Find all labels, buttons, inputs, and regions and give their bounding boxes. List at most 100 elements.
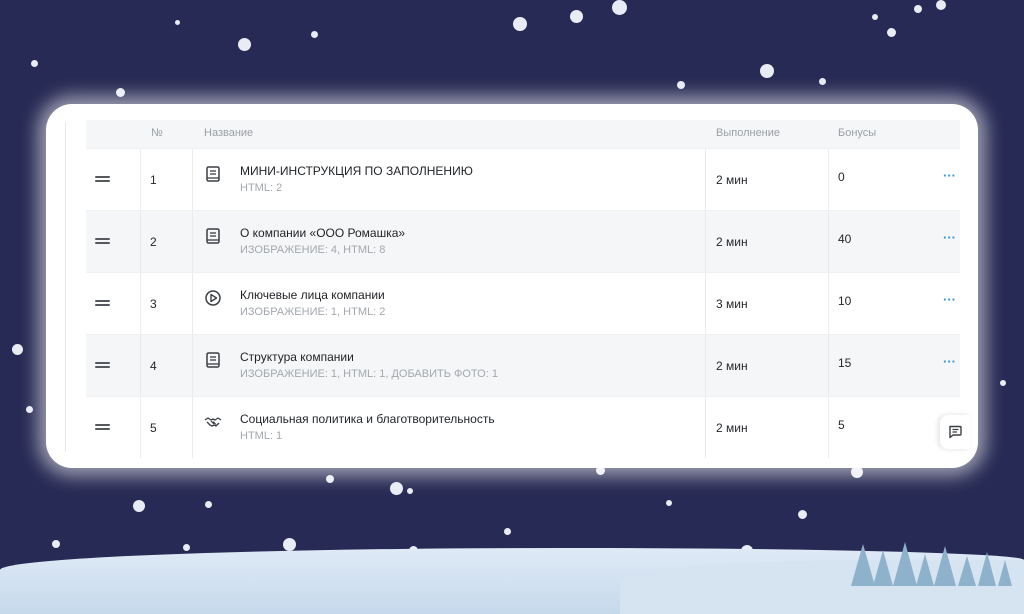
handshake-icon (204, 417, 222, 427)
pine-trees (851, 542, 1012, 586)
table-row[interactable]: 2 О компании «ООО Ромашка» ИЗОБРАЖЕНИЕ: … (86, 210, 960, 272)
play-circle-icon (205, 290, 221, 306)
column-separator (192, 149, 193, 210)
snowflake (31, 60, 38, 67)
more-options-icon[interactable]: ··· (943, 354, 956, 369)
book-icon (206, 166, 220, 182)
snowflake (570, 10, 583, 23)
snowflake (12, 344, 23, 355)
snowflake (326, 475, 334, 483)
snowflake (238, 38, 251, 51)
table-row[interactable]: 3 Ключевые лица компании ИЗОБРАЖЕНИЕ: 1,… (86, 272, 960, 334)
lesson-title[interactable]: О компании «ООО Ромашка» (240, 226, 405, 240)
lesson-bonuses: 10 (838, 294, 852, 308)
column-separator (192, 211, 193, 272)
column-separator (192, 335, 193, 396)
snowflake (283, 538, 296, 551)
lesson-content-summary: ИЗОБРАЖЕНИЕ: 1, HTML: 2 (240, 306, 386, 318)
snowflake (205, 501, 212, 508)
lesson-duration: 2 мин (716, 173, 748, 187)
header-bonuses: Бонусы (838, 127, 877, 139)
column-separator (705, 273, 706, 334)
lesson-bonuses: 0 (838, 170, 845, 184)
more-options-icon[interactable]: ··· (943, 230, 956, 245)
snowflake (26, 406, 33, 413)
lessons-card: № Название Выполнение Бонусы 1 МИНИ-ИНСТ… (46, 104, 978, 468)
snowflake (887, 28, 896, 37)
table-row[interactable]: 4 Структура компании ИЗОБРАЖЕНИЕ: 1, HTM… (86, 334, 960, 396)
snowflake (612, 0, 627, 15)
column-separator (192, 273, 193, 334)
lesson-bonuses: 15 (838, 356, 852, 370)
snowflake (798, 510, 807, 519)
lesson-content-summary: ИЗОБРАЖЕНИЕ: 1, HTML: 1, ДОБАВИТЬ ФОТО: … (240, 368, 498, 380)
book-icon (206, 228, 220, 244)
column-separator (192, 397, 193, 458)
column-separator (828, 149, 829, 210)
table-row[interactable]: 1 МИНИ-ИНСТРУКЦИЯ ПО ЗАПОЛНЕНИЮ HTML: 2 … (86, 148, 960, 210)
snowflake (677, 81, 685, 89)
snowflake (390, 482, 403, 495)
column-separator (828, 273, 829, 334)
lessons-table: № Название Выполнение Бонусы 1 МИНИ-ИНСТ… (86, 120, 960, 458)
snowflake (760, 64, 774, 78)
lesson-duration: 2 мин (716, 359, 748, 373)
lesson-bonuses: 5 (838, 418, 845, 432)
snowflake (872, 14, 878, 20)
more-options-icon[interactable]: ··· (943, 292, 956, 307)
drag-handle-icon[interactable] (95, 300, 110, 306)
row-number: 4 (150, 359, 157, 373)
lesson-content-summary: HTML: 1 (240, 430, 283, 442)
lesson-bonuses: 40 (838, 232, 852, 246)
book-icon (206, 352, 220, 368)
column-separator (140, 149, 141, 210)
column-separator (705, 397, 706, 458)
column-separator (140, 335, 141, 396)
more-options-icon[interactable]: ··· (943, 168, 956, 183)
drag-handle-icon[interactable] (95, 424, 110, 430)
row-number: 3 (150, 297, 157, 311)
row-number: 1 (150, 173, 157, 187)
table-header: № Название Выполнение Бонусы (86, 120, 960, 148)
drag-handle-icon[interactable] (95, 362, 110, 368)
column-separator (705, 149, 706, 210)
snowflake (666, 500, 672, 506)
lesson-content-summary: HTML: 2 (240, 182, 283, 194)
snowflake (407, 488, 413, 494)
drag-handle-icon[interactable] (95, 238, 110, 244)
lesson-title[interactable]: Структура компании (240, 350, 354, 364)
table-row[interactable]: 5 Социальная политика и благотворительно… (86, 396, 960, 458)
header-name: Название (204, 127, 254, 139)
snowflake (311, 31, 318, 38)
column-separator (140, 211, 141, 272)
column-separator (828, 335, 829, 396)
chat-widget-button[interactable] (940, 415, 970, 449)
lesson-content-summary: ИЗОБРАЖЕНИЕ: 4, HTML: 8 (240, 244, 386, 256)
snowflake (183, 544, 190, 551)
column-separator (140, 397, 141, 458)
lesson-title[interactable]: Социальная политика и благотворительност… (240, 412, 495, 426)
lesson-title[interactable]: МИНИ-ИНСТРУКЦИЯ ПО ЗАПОЛНЕНИЮ (240, 164, 473, 178)
card-divider (65, 122, 66, 452)
row-number: 5 (150, 421, 157, 435)
header-number: № (151, 127, 163, 139)
column-separator (140, 273, 141, 334)
snowflake (52, 540, 60, 548)
row-number: 2 (150, 235, 157, 249)
snowflake (133, 500, 145, 512)
snowflake (914, 5, 922, 13)
column-separator (705, 211, 706, 272)
column-separator (828, 397, 829, 458)
snowflake (175, 20, 180, 25)
snowflake (1000, 380, 1006, 386)
column-separator (828, 211, 829, 272)
snowflake (504, 528, 511, 535)
snowflake (513, 17, 527, 31)
drag-handle-icon[interactable] (95, 176, 110, 182)
snowflake (936, 0, 946, 10)
lesson-duration: 2 мин (716, 421, 748, 435)
lesson-title[interactable]: Ключевые лица компании (240, 288, 385, 302)
lesson-duration: 2 мин (716, 235, 748, 249)
snowflake (116, 88, 125, 97)
header-duration: Выполнение (716, 127, 781, 139)
